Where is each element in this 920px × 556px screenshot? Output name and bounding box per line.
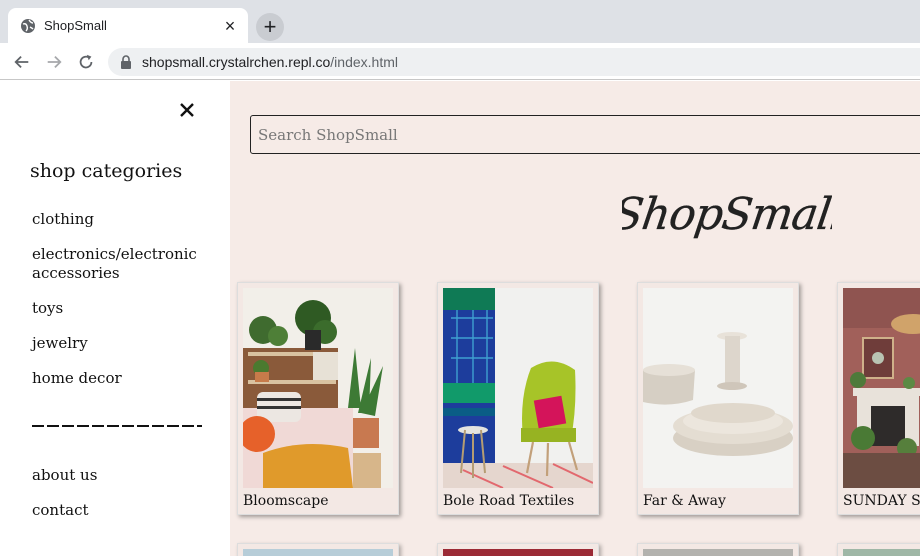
shop-card-bole-road-textiles[interactable]: Bole Road Textiles [437,282,599,515]
shop-photo [643,549,793,556]
shop-photo [443,288,593,488]
shop-photo [843,549,920,556]
new-tab-button[interactable]: + [256,13,284,41]
shop-name: SUNDAY SH [843,493,920,509]
shop-card-row2-2[interactable] [437,543,599,556]
category-toys[interactable]: toys [32,299,212,318]
category-jewelry[interactable]: jewelry [32,334,212,353]
shop-photo [243,549,393,556]
category-clothing[interactable]: clothing [32,210,212,229]
tab-title: ShopSmall [44,18,107,33]
category-electronics[interactable]: electronics/electronic accessories [32,245,212,283]
about-us-link[interactable]: about us [32,466,212,485]
shop-card-bloomscape[interactable]: Bloomscape [237,282,399,515]
browser-toolbar: shopsmall.crystalrchen.repl.co/index.htm… [0,43,920,80]
reload-icon[interactable] [75,51,97,73]
shop-card-far-and-away[interactable]: Far & Away [637,282,799,515]
shop-name: Far & Away [643,493,726,509]
close-sidebar-icon[interactable] [176,99,198,121]
shop-photo [443,549,593,556]
shop-photo [243,288,393,488]
url-host: shopsmall.crystalrchen.repl.co [142,54,331,70]
browser-tab[interactable]: ShopSmall × [8,8,248,43]
category-sidebar: shop categories clothing electronics/ele… [0,81,230,556]
lock-icon [120,55,132,69]
tab-close-icon[interactable]: × [222,17,238,35]
search-input[interactable] [250,115,920,154]
contact-link[interactable]: contact [32,501,212,520]
shop-photo [843,288,920,488]
browser-tabstrip: ShopSmall × + [0,0,920,43]
sidebar-divider [32,425,202,427]
sidebar-heading: shop categories [30,160,183,182]
shop-card-row2-3[interactable] [637,543,799,556]
address-bar[interactable]: shopsmall.crystalrchen.repl.co/index.htm… [108,48,920,76]
shop-card-sunday[interactable]: SUNDAY SH [837,282,920,515]
url-path: /index.html [330,54,398,70]
back-icon[interactable] [11,51,33,73]
shop-photo [643,288,793,488]
svg-text:ShopSmall: ShopSmall [622,189,832,240]
shop-name: Bole Road Textiles [443,493,575,509]
shop-name: Bloomscape [243,493,329,509]
forward-icon[interactable] [43,51,65,73]
shop-card-row2-1[interactable] [237,543,399,556]
globe-icon [20,18,36,34]
shopsmall-logo: ShopSmall [609,181,847,251]
category-home-decor[interactable]: home decor [32,369,212,388]
url-text: shopsmall.crystalrchen.repl.co/index.htm… [142,54,398,70]
main-content: ShopSmall [230,81,920,556]
shop-card-row2-4[interactable] [837,543,920,556]
